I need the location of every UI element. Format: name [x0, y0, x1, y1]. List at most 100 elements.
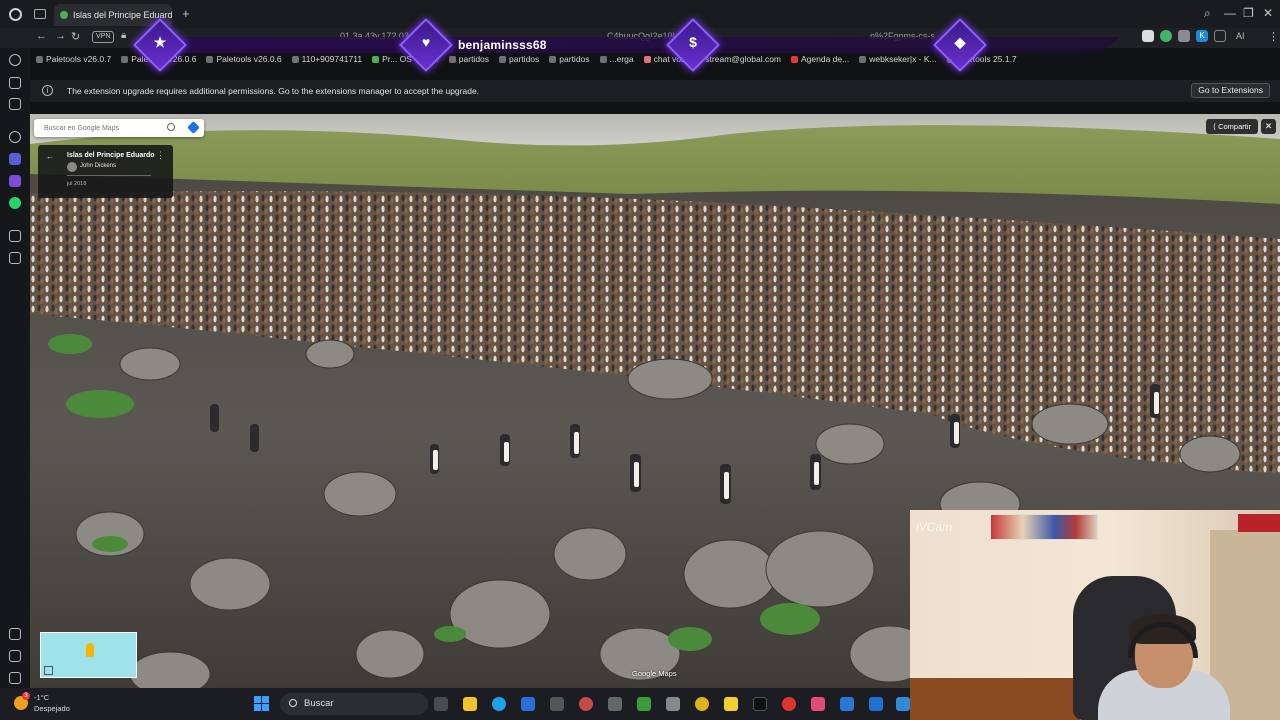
extension-icon[interactable]: [1160, 30, 1172, 42]
bookmark-folder-icon: [121, 55, 129, 63]
forward-icon[interactable]: →: [55, 30, 66, 42]
more-options-icon[interactable]: ⋮: [156, 150, 165, 161]
bookmark-icon: [859, 55, 867, 63]
sidebar-send-icon[interactable]: [9, 230, 21, 242]
app-icon[interactable]: [666, 697, 680, 711]
start-icon-tile: [254, 704, 261, 711]
bookmark-icon: [791, 55, 799, 63]
app-icon[interactable]: [695, 697, 709, 711]
weather-description[interactable]: Despejado: [34, 704, 70, 713]
bookmark-item[interactable]: partidos: [549, 54, 590, 64]
notification-badge: 3: [22, 692, 30, 700]
directions-icon[interactable]: [187, 121, 200, 134]
xbox-icon[interactable]: [637, 697, 651, 711]
bookmark-item[interactable]: partidos: [448, 54, 489, 64]
shield-icon[interactable]: [869, 697, 883, 711]
edge-icon[interactable]: [492, 697, 506, 711]
start-icon-tile: [262, 696, 269, 703]
tiktok-icon[interactable]: [753, 697, 767, 711]
profile-avatar[interactable]: K: [1196, 30, 1208, 42]
bookmark-icon: [643, 55, 651, 63]
opera-taskbar-icon[interactable]: [579, 697, 593, 711]
place-title[interactable]: Islas del Principe Eduardo: [67, 152, 155, 159]
bookmark-item[interactable]: Paletools v26.0.6: [206, 54, 282, 64]
maps-search-box[interactable]: [34, 119, 204, 137]
menu-icon[interactable]: ⋮: [1268, 30, 1279, 43]
extension-icon[interactable]: [1142, 30, 1154, 42]
info-icon: i: [42, 85, 53, 96]
expand-map-icon[interactable]: [44, 666, 53, 675]
store-icon[interactable]: [608, 697, 622, 711]
maps-search-input[interactable]: [44, 119, 159, 137]
extension-notification-bar: i The extension upgrade requires additio…: [30, 80, 1280, 102]
search-icon[interactable]: [167, 123, 175, 131]
sidebar-twitch-icon[interactable]: [9, 175, 21, 187]
bookmark-item[interactable]: Paletools v26.0.7: [36, 54, 111, 64]
sidebar-app-icon[interactable]: [9, 153, 21, 165]
bookmark-item[interactable]: webkseker|x - K...: [859, 54, 937, 64]
sidebar-pin-icon[interactable]: [9, 628, 21, 640]
tab-overview-icon[interactable]: [34, 9, 46, 19]
bookmark-folder-icon: [36, 55, 43, 63]
google-maps-watermark: Google Maps: [632, 669, 677, 678]
sidebar-aria-icon[interactable]: [9, 77, 21, 89]
minimize-icon[interactable]: —: [1224, 6, 1236, 20]
sidebar-news-icon[interactable]: [9, 98, 21, 110]
bookmark-item[interactable]: partidos: [499, 54, 539, 64]
search-tabs-icon[interactable]: ⌕: [1204, 6, 1211, 21]
bookmark-item[interactable]: Agenda de...: [791, 54, 849, 64]
bookmark-icon: [291, 55, 299, 63]
app-icon[interactable]: [896, 697, 910, 711]
star-icon: ★: [153, 34, 167, 50]
heart-icon: ♥: [421, 34, 431, 50]
diamond-icon: ◆: [954, 34, 966, 50]
app-icon[interactable]: [782, 697, 796, 711]
taskbar-search[interactable]: Buscar: [280, 693, 428, 715]
webcam-overlay: iVCam: [910, 510, 1280, 720]
app-icon[interactable]: [521, 697, 535, 711]
sidebar-whatsapp-icon[interactable]: [9, 197, 21, 209]
minimap[interactable]: [40, 632, 137, 678]
opera-logo-icon[interactable]: [9, 8, 22, 21]
notes-icon[interactable]: [724, 697, 738, 711]
author-name[interactable]: John Dickens: [80, 163, 116, 169]
sidebar-workspace-icon[interactable]: [9, 131, 21, 143]
streamer-name: benjaminsss68: [458, 38, 547, 52]
maximize-icon[interactable]: ❐: [1243, 6, 1254, 20]
close-window-icon[interactable]: ✕: [1263, 6, 1273, 20]
sidebar-wallet-icon[interactable]: [9, 252, 21, 264]
vpn-badge[interactable]: VPN: [92, 31, 115, 43]
windows-taskbar: 3 -1°C Despejado Buscar: [0, 688, 910, 720]
lock-icon[interactable]: 🔒︎: [121, 30, 126, 41]
extensions-puzzle-icon[interactable]: [1178, 30, 1190, 42]
wooden-floor: [910, 678, 1080, 720]
bookmark-icon: [372, 55, 380, 63]
new-tab-button[interactable]: +: [182, 6, 190, 21]
download-icon[interactable]: [1214, 30, 1226, 42]
close-street-view-button[interactable]: ✕: [1261, 119, 1276, 134]
task-view-icon[interactable]: [434, 697, 448, 711]
reload-icon[interactable]: ↻: [71, 30, 80, 43]
settings-icon[interactable]: [550, 697, 564, 711]
author-avatar[interactable]: [67, 162, 77, 172]
back-arrow-icon[interactable]: ←: [46, 152, 54, 161]
sidebar-chatgpt-icon[interactable]: [9, 54, 21, 66]
tab-bar: Islas del Principe Eduardo + ⌕ — ❐ ✕: [0, 0, 1280, 28]
sidebar-more-icon[interactable]: [9, 672, 21, 684]
bookmark-item[interactable]: ...erga: [599, 54, 634, 64]
share-label: Compartir: [1218, 122, 1251, 131]
notification-text: The extension upgrade requires additiona…: [67, 86, 480, 96]
bookmark-folder-icon: [206, 55, 214, 63]
app-icon[interactable]: [811, 697, 825, 711]
app-icon[interactable]: [840, 697, 854, 711]
back-icon[interactable]: ←: [36, 30, 47, 42]
go-to-extensions-button[interactable]: Go to Extensions: [1191, 83, 1270, 98]
share-button[interactable]: ⟨ Compartir: [1206, 119, 1258, 134]
weather-temperature[interactable]: -1°C: [34, 693, 49, 702]
ai-button[interactable]: AI: [1236, 31, 1245, 41]
pegman-icon[interactable]: [86, 643, 94, 657]
bookmark-item[interactable]: 110+909741711: [291, 54, 362, 64]
sidebar-gx-icon[interactable]: [9, 650, 21, 662]
start-button[interactable]: [254, 696, 269, 711]
file-explorer-icon[interactable]: [463, 697, 477, 711]
